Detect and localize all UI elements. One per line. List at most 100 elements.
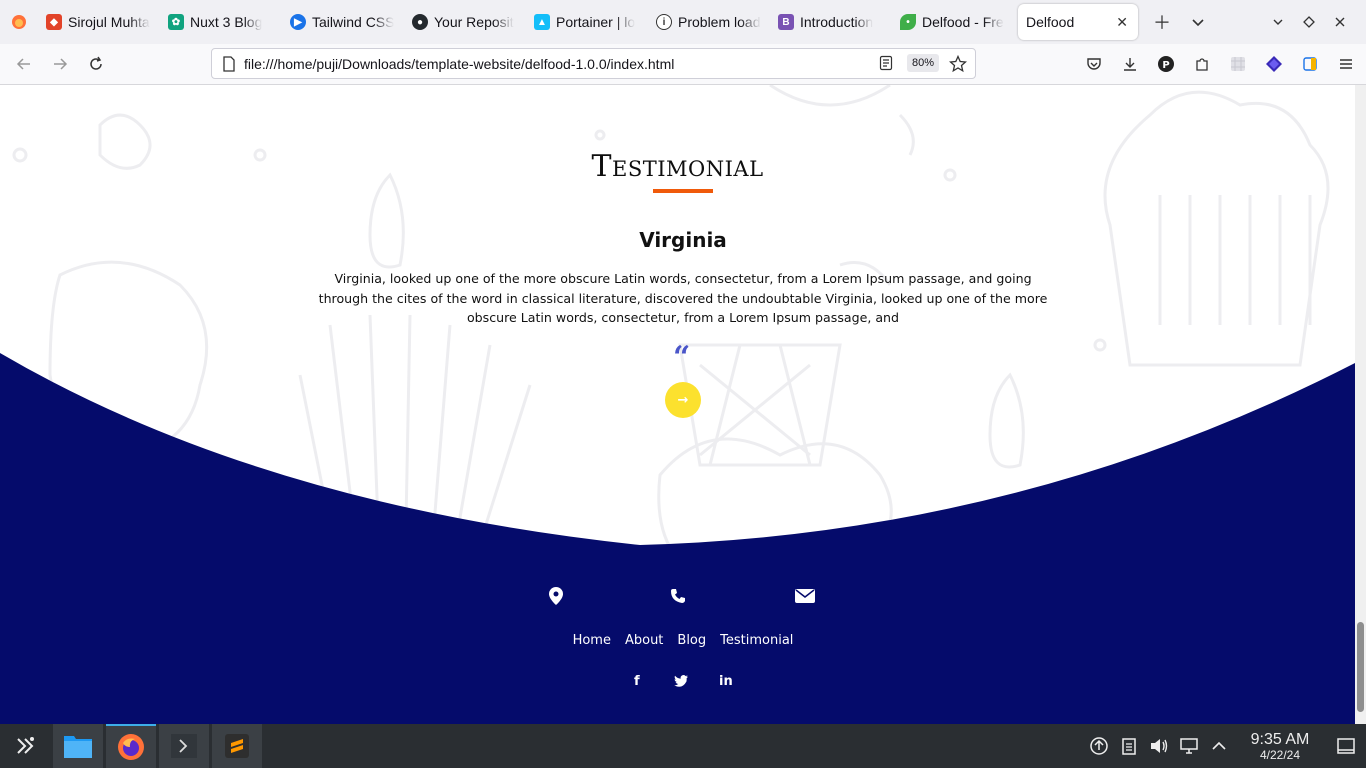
extensions-button[interactable]: [1184, 46, 1220, 82]
volume-icon[interactable]: [1144, 724, 1174, 768]
clipboard-icon[interactable]: [1114, 724, 1144, 768]
app-menu-button[interactable]: [1328, 46, 1364, 82]
chevron-down-icon: [1192, 19, 1204, 27]
testimonial-name: Virginia: [639, 228, 727, 252]
footer-link-home[interactable]: Home: [573, 633, 611, 648]
file-icon: [223, 55, 235, 72]
tab-3[interactable]: ● Your Reposit: [404, 4, 526, 40]
back-button[interactable]: [6, 46, 42, 82]
show-desktop-icon[interactable]: [1326, 724, 1366, 768]
network-icon[interactable]: [1174, 724, 1204, 768]
diamond-icon: [1303, 16, 1315, 28]
tab-title: Sirojul Muhta: [68, 14, 150, 30]
reader-view-icon[interactable]: [879, 55, 893, 75]
bookmark-star-icon[interactable]: [948, 54, 968, 77]
minimize-button[interactable]: [1260, 4, 1296, 40]
tab-1[interactable]: ✿ Nuxt 3 Blog: [160, 4, 282, 40]
update-icon[interactable]: [1084, 724, 1114, 768]
downloads-button[interactable]: [1112, 46, 1148, 82]
arrow-right-icon: [54, 58, 68, 70]
gitlab-icon: ◆: [46, 14, 62, 30]
close-window-button[interactable]: [1322, 4, 1358, 40]
url-text[interactable]: file:///home/puji/Downloads/template-web…: [244, 56, 674, 72]
hamburger-menu-icon: [1340, 59, 1352, 69]
system-tray: 9:35 AM 4/22/24: [1084, 724, 1366, 768]
chevron-down-icon: [1273, 19, 1283, 25]
window-controls: [1260, 4, 1358, 40]
map-marker-icon[interactable]: [549, 587, 563, 605]
extension-grid-button[interactable]: [1220, 46, 1256, 82]
tab-2[interactable]: ▶ Tailwind CSS: [282, 4, 404, 40]
new-tab-button[interactable]: ＋: [1144, 4, 1180, 40]
tray-expand-icon[interactable]: [1204, 724, 1234, 768]
arrow-right-icon: →: [677, 392, 689, 408]
maximize-button[interactable]: [1296, 4, 1322, 40]
info-icon: i: [656, 14, 672, 30]
tab-title: Delfood - Fre: [922, 14, 1004, 30]
quote-icon: “: [673, 340, 691, 375]
download-icon: [1124, 58, 1136, 71]
layers-icon: [1266, 56, 1282, 72]
tab-list-button[interactable]: [1180, 4, 1216, 40]
tab-bar: ◆ Sirojul Muhta ✿ Nuxt 3 Blog ▶ Tailwind CS…: [0, 0, 1366, 44]
footer-link-blog[interactable]: Blog: [677, 633, 706, 648]
firefox-icon: [118, 734, 144, 760]
tab-0[interactable]: ◆ Sirojul Muhta: [38, 4, 160, 40]
tab-6[interactable]: B Introduction: [770, 4, 892, 40]
terminal-button[interactable]: [159, 724, 209, 768]
linkedin-icon[interactable]: in: [719, 674, 733, 689]
title-underline: [653, 189, 713, 193]
footer-nav: Home About Blog Testimonial: [0, 633, 1355, 648]
firefox-taskbar-button[interactable]: [106, 724, 156, 768]
footer-link-about[interactable]: About: [625, 633, 663, 648]
bootstrap-icon: B: [778, 14, 794, 30]
terminal-icon: [171, 734, 197, 758]
close-icon: [1335, 17, 1345, 27]
tab-title: Your Reposit: [434, 14, 514, 30]
envelope-icon[interactable]: [795, 588, 815, 604]
puzzle-icon: [1196, 58, 1208, 71]
sublime-text-button[interactable]: [212, 724, 262, 768]
file-manager-button[interactable]: [53, 724, 103, 768]
clock-time: 9:35 AM: [1250, 730, 1310, 748]
scrollbar-thumb[interactable]: [1357, 622, 1364, 712]
next-testimonial-button[interactable]: →: [665, 382, 701, 418]
zoom-level[interactable]: 80%: [906, 54, 939, 72]
clock[interactable]: 9:35 AM 4/22/24: [1240, 731, 1320, 762]
close-icon[interactable]: ✕: [1116, 14, 1128, 31]
tab-7[interactable]: • Delfood - Fre: [892, 4, 1014, 40]
tab-5[interactable]: i Problem load: [648, 4, 770, 40]
url-bar[interactable]: file:///home/puji/Downloads/template-web…: [211, 48, 976, 79]
layers-extension-button[interactable]: [1256, 46, 1292, 82]
app-launcher-icon: [17, 737, 34, 754]
profile-p-icon: P: [1158, 56, 1174, 72]
clock-date: 4/22/24: [1259, 747, 1301, 762]
file-manager-icon: [64, 736, 92, 758]
tab-active[interactable]: Delfood ✕: [1018, 4, 1138, 40]
pocket-button[interactable]: [1076, 46, 1112, 82]
twitter-icon[interactable]: [674, 675, 688, 691]
reload-button[interactable]: [78, 46, 114, 82]
profile-extension-button[interactable]: P: [1148, 46, 1184, 82]
sublime-text-icon: [225, 734, 249, 758]
leaf-icon: •: [900, 14, 916, 30]
github-icon: ●: [412, 14, 428, 30]
firefox-icon: [12, 15, 26, 29]
footer-link-testimonial[interactable]: Testimonial: [720, 633, 793, 648]
grid-icon: [1231, 57, 1245, 71]
sidebar-button[interactable]: [1292, 46, 1328, 82]
section-title: Testimonial: [591, 149, 764, 184]
phone-icon[interactable]: [670, 588, 686, 604]
app-launcher-button[interactable]: [0, 724, 50, 768]
tab-title: Nuxt 3 Blog: [190, 14, 263, 30]
firefox-view-button[interactable]: [0, 0, 38, 44]
tab-title: Introduction: [800, 14, 874, 30]
portainer-icon: ▲: [534, 14, 550, 30]
tab-title: Portainer | lo: [556, 14, 636, 30]
facebook-icon[interactable]: f: [634, 674, 640, 689]
tab-title: Tailwind CSS: [312, 14, 395, 30]
navigation-bar: file:///home/puji/Downloads/template-web…: [0, 44, 1366, 85]
tab-4[interactable]: ▲ Portainer | lo: [526, 4, 648, 40]
pocket-icon: [1087, 58, 1101, 70]
forward-button[interactable]: [42, 46, 78, 82]
